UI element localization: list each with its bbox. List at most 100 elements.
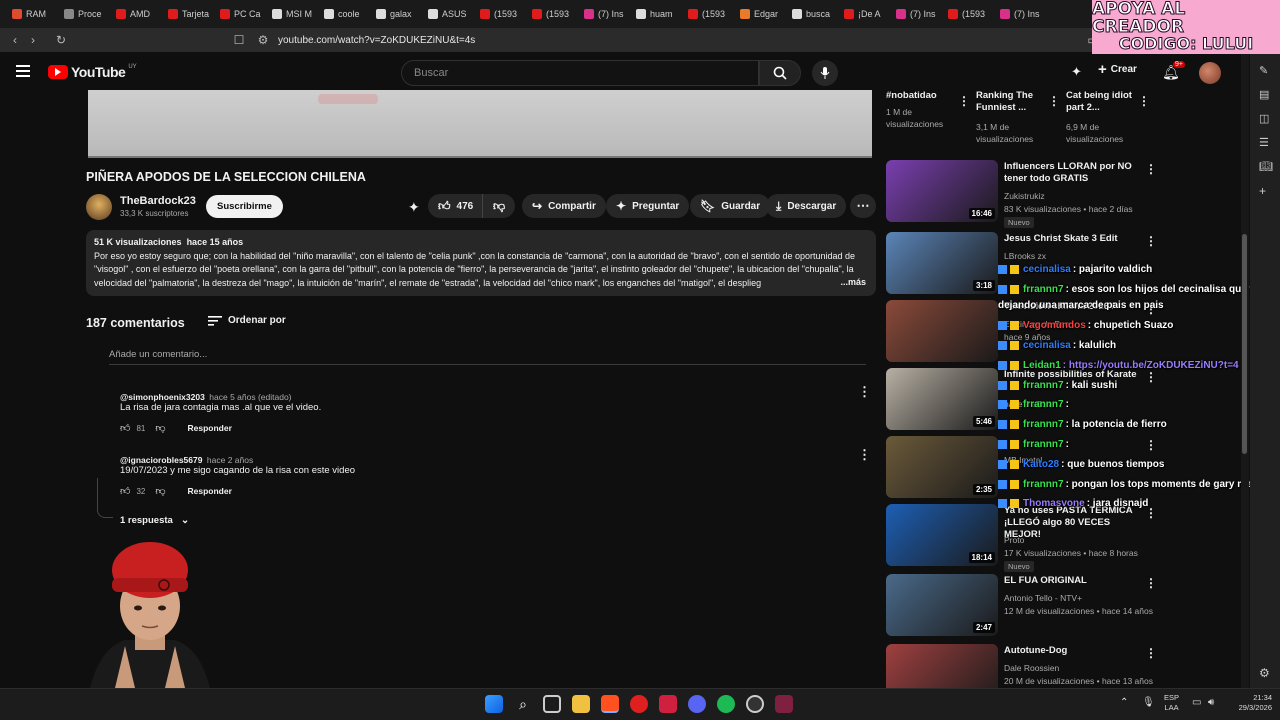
sidebar-tool-icon[interactable]: ☰	[1259, 136, 1269, 149]
tray-chevron-icon[interactable]: ⌃	[1120, 697, 1128, 708]
more-actions-button[interactable]: ⋯	[850, 194, 876, 218]
volume-icon[interactable]: 🔊︎	[1208, 697, 1214, 708]
video-channel[interactable]: Antonio Tello - NTV+	[1004, 592, 1164, 604]
comment-time[interactable]: hace 2 años	[207, 455, 253, 465]
show-replies-button[interactable]: 1 respuesta ⌄	[120, 515, 189, 526]
video-menu-icon[interactable]: ⋮	[1145, 370, 1157, 384]
short-menu-icon[interactable]: ⋮	[958, 94, 970, 108]
browser-tab[interactable]: busca	[786, 3, 838, 25]
video-menu-icon[interactable]: ⋮	[1145, 646, 1157, 660]
short-title[interactable]: Cat being idiot part 2...	[1066, 90, 1138, 114]
video-channel[interactable]: Proto	[1004, 534, 1164, 546]
notifications-button[interactable]: 🔔︎ 9+	[1162, 61, 1185, 81]
taskbar-search-icon[interactable]: ⌕	[514, 695, 532, 713]
spotify-icon[interactable]	[717, 695, 735, 713]
forward-icon[interactable]: ›	[24, 31, 42, 49]
video-thumbnail[interactable]: 5:46	[886, 368, 998, 430]
browser-tab[interactable]: huam	[630, 3, 682, 25]
browser-tab[interactable]: (1593	[474, 3, 526, 25]
back-icon[interactable]: ‹	[6, 31, 24, 49]
comment-author[interactable]: @ignaciorobles5679	[120, 455, 202, 465]
file-explorer-icon[interactable]	[572, 695, 590, 713]
video-channel[interactable]: LBrooks zx	[1004, 250, 1164, 262]
channel-avatar[interactable]	[86, 194, 112, 220]
comment-like-icon[interactable]: 👍︎	[120, 485, 130, 497]
comment-time[interactable]: hace 5 años (editado)	[209, 392, 291, 402]
video-thumbnail[interactable]: 2:47	[886, 574, 998, 636]
add-comment-input[interactable]: Añade un comentario...	[109, 349, 866, 365]
scrollbar-thumb[interactable]	[1242, 234, 1247, 454]
video-thumbnail[interactable]: 16:46	[886, 160, 998, 222]
browser-tab[interactable]: Proce	[58, 3, 110, 25]
description-box[interactable]: 51 K visualizaciones hace 15 años Por es…	[86, 230, 876, 296]
save-button[interactable]: 🔖︎ Guardar	[690, 194, 771, 218]
video-player[interactable]	[88, 90, 872, 158]
comment-like-icon[interactable]: 👍︎	[120, 422, 130, 434]
mic-tray-icon[interactable]: 🎙︎	[1142, 697, 1155, 708]
browser-tab[interactable]: (7) Ins	[890, 3, 942, 25]
browser-tab[interactable]: ASUS	[422, 3, 474, 25]
channel-name[interactable]: TheBardock23	[120, 195, 196, 207]
media-player-icon[interactable]	[630, 695, 648, 713]
task-view-icon[interactable]	[543, 695, 561, 713]
create-button[interactable]: + Crear	[1098, 62, 1137, 77]
comment-menu-icon[interactable]: ⋮	[858, 447, 871, 463]
url-field[interactable]: youtube.com/watch?v=ZoKDUKEZiNU&t=4s	[278, 35, 475, 46]
comment-author[interactable]: @simonphoenix3203	[120, 392, 205, 402]
sparkle-icon[interactable]: ✦	[408, 199, 420, 216]
comment-dislike-icon[interactable]: 👎︎	[155, 485, 165, 497]
description-more[interactable]: ...más	[836, 275, 866, 289]
sidebar-tool-icon[interactable]: 📖︎	[1259, 160, 1273, 173]
page-scrollbar[interactable]	[1241, 54, 1249, 688]
comment-menu-icon[interactable]: ⋮	[858, 384, 871, 400]
browser-tab[interactable]: (7) Ins	[994, 3, 1046, 25]
video-thumbnail[interactable]: 2:35	[886, 436, 998, 498]
app-v-icon[interactable]	[775, 695, 793, 713]
download-button[interactable]: ⤓ Descargar	[766, 194, 847, 218]
short-menu-icon[interactable]: ⋮	[1048, 94, 1060, 108]
sort-button[interactable]: Ordenar por	[208, 315, 286, 326]
video-thumbnail[interactable]	[886, 300, 998, 362]
like-button[interactable]: 👍︎ 476	[428, 194, 486, 218]
video-channel[interactable]: Dale Roossien	[1004, 662, 1164, 674]
youtube-logo[interactable]: YouTube UY	[48, 64, 137, 80]
bookmark-icon[interactable]: ☐	[230, 31, 248, 49]
comment-dislike-icon[interactable]: 👎︎	[155, 422, 165, 434]
language-indicator[interactable]: ESP LAA	[1164, 693, 1179, 713]
video-menu-icon[interactable]: ⋮	[1145, 576, 1157, 590]
avatar[interactable]	[1199, 62, 1221, 84]
sidebar-tool-icon[interactable]: ▤	[1259, 88, 1269, 101]
site-settings-icon[interactable]: ⚙	[254, 31, 272, 49]
video-title[interactable]: Autotune-Dog	[1004, 645, 1144, 657]
video-menu-icon[interactable]: ⋮	[1145, 234, 1157, 248]
reload-icon[interactable]: ↻	[52, 31, 70, 49]
obs-icon[interactable]	[746, 695, 764, 713]
short-title[interactable]: Ranking The Funniest ...	[976, 90, 1048, 114]
video-menu-icon[interactable]: ⋮	[1145, 162, 1157, 176]
browser-tab[interactable]: Tarjeta	[162, 3, 214, 25]
voice-search-button[interactable]	[812, 60, 838, 86]
app-a-icon[interactable]	[659, 695, 677, 713]
extension-icon[interactable]: ✦	[1071, 64, 1082, 80]
video-channel[interactable]: Zukistrukiz	[1004, 190, 1164, 202]
browser-tab[interactable]: (1593	[526, 3, 578, 25]
clock[interactable]: 21:34 29/3/2026	[1220, 693, 1272, 713]
share-button[interactable]: ↪ Compartir	[522, 194, 606, 218]
video-title[interactable]: EL FUA ORIGINAL	[1004, 575, 1144, 587]
reply-button[interactable]: Responder	[188, 486, 232, 496]
sidebar-tool-icon[interactable]: ✎	[1259, 64, 1268, 77]
network-icon[interactable]: ▭	[1192, 697, 1201, 708]
browser-tab[interactable]: (1593	[682, 3, 734, 25]
brave-browser-icon[interactable]	[601, 695, 619, 713]
browser-tab[interactable]: coole	[318, 3, 370, 25]
reply-button[interactable]: Responder	[188, 423, 232, 433]
browser-tab[interactable]: AMD	[110, 3, 162, 25]
ask-button[interactable]: ✦ Preguntar	[606, 194, 690, 218]
browser-tab[interactable]: RAM	[6, 3, 58, 25]
search-input[interactable]: Buscar	[401, 60, 759, 86]
subscribe-button[interactable]: Suscribirme	[206, 195, 283, 218]
video-title[interactable]: Jesus Christ Skate 3 Edit	[1004, 233, 1144, 245]
dislike-button[interactable]: 👎︎	[482, 194, 516, 218]
search-button[interactable]	[759, 60, 801, 86]
menu-icon[interactable]	[16, 64, 32, 78]
